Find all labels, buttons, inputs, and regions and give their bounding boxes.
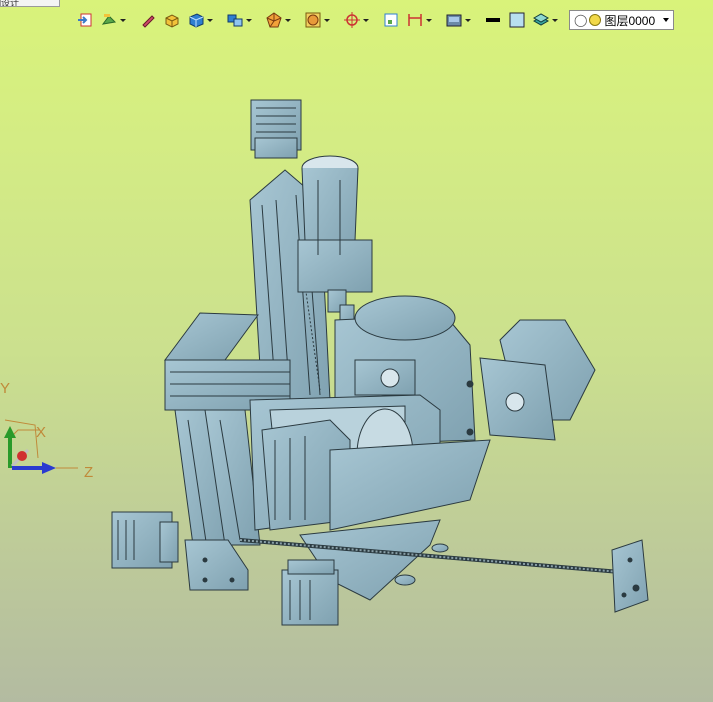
chevron-down-icon — [552, 18, 558, 22]
line-color-button[interactable] — [482, 8, 504, 32]
end-plate — [611, 539, 649, 613]
polyhedron-icon — [266, 12, 282, 28]
chevron-down-icon — [120, 18, 126, 22]
x-axis-label: X — [36, 424, 47, 441]
pen-button[interactable] — [137, 8, 159, 32]
toolbar: ◯ 图层0000 — [74, 8, 674, 32]
layer-select[interactable]: ◯ 图层0000 — [569, 10, 674, 30]
left-legs — [174, 409, 261, 561]
polyhedron-button[interactable] — [263, 8, 294, 32]
chevron-down-icon — [207, 18, 213, 22]
left-x-motor — [111, 511, 179, 569]
layer-select-value: 图层0000 — [604, 13, 656, 28]
box-solid-button[interactable] — [161, 8, 183, 32]
dimension-button[interactable] — [404, 8, 435, 32]
chevron-down-icon — [426, 18, 432, 22]
surface-button[interactable] — [98, 8, 129, 32]
render-sphere-icon — [305, 12, 321, 28]
layer-stack-icon — [533, 13, 549, 26]
rotary-motor — [479, 319, 596, 441]
view-button[interactable] — [443, 8, 474, 32]
cnc-model[interactable] — [111, 99, 649, 626]
model-viewport[interactable] — [0, 40, 713, 702]
bottom-motor — [281, 559, 339, 626]
import-button[interactable] — [74, 8, 96, 32]
render-button[interactable] — [302, 8, 333, 32]
cube-blue-icon — [189, 13, 204, 28]
chevron-down-icon — [663, 18, 669, 22]
z-axis-label: Z — [84, 464, 94, 481]
view-icon — [446, 14, 462, 27]
bottom-left-plate — [184, 539, 249, 591]
layer-stack-button[interactable] — [530, 8, 561, 32]
chevron-down-icon — [363, 18, 369, 22]
frame-icon — [384, 13, 398, 27]
chevron-down-icon — [324, 18, 330, 22]
coordinate-triad: Y X Z — [0, 380, 100, 490]
surface-icon — [101, 14, 117, 25]
frame-button[interactable] — [380, 8, 402, 32]
import-icon — [78, 13, 92, 27]
crosshair-button[interactable] — [341, 8, 372, 32]
cube-button[interactable] — [185, 8, 216, 32]
dimension-icon — [408, 14, 422, 26]
fill-color-button[interactable] — [506, 8, 528, 32]
crosshair-icon — [344, 12, 360, 28]
layer-visible-icon — [589, 14, 602, 26]
fill-color-icon — [509, 12, 525, 28]
chevron-down-icon — [246, 18, 252, 22]
pen-icon — [142, 15, 155, 28]
assembly-icon — [227, 14, 243, 27]
document-tab[interactable]: 设计 — [0, 0, 60, 7]
chevron-down-icon — [285, 18, 291, 22]
z-axis-motor — [250, 99, 302, 159]
chevron-down-icon — [465, 18, 471, 22]
assembly-button[interactable] — [224, 8, 255, 32]
y-axis-label: Y — [0, 380, 11, 397]
lightbulb-icon: ◯ — [574, 13, 588, 27]
box-solid-icon — [165, 14, 179, 28]
line-color-icon — [486, 18, 500, 22]
